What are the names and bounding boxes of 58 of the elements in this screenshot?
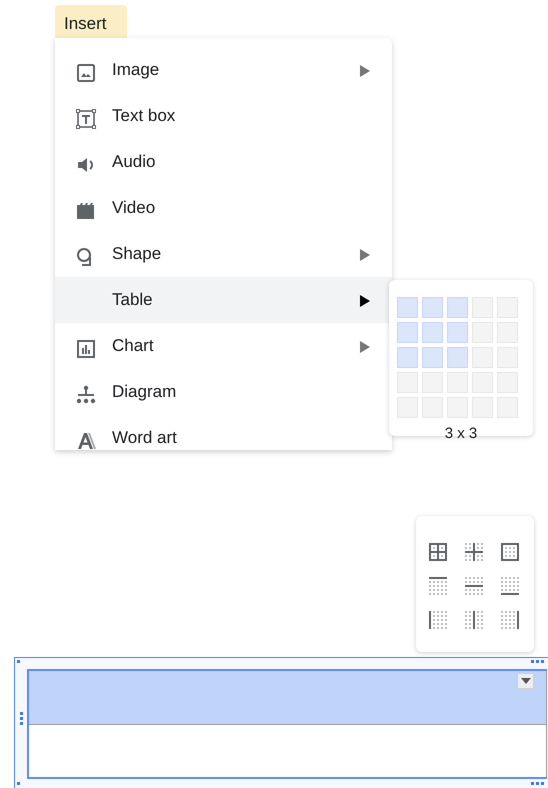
grid-cell[interactable] (397, 347, 418, 368)
menu-item[interactable]: Audio (55, 139, 392, 185)
text-box-icon (75, 108, 97, 130)
image-icon (75, 62, 97, 84)
submenu-arrow-icon (360, 340, 370, 353)
menu-item[interactable]: Table (55, 277, 392, 323)
bottom-border-icon[interactable] (500, 576, 520, 596)
grid-cell[interactable] (497, 397, 518, 418)
resize-handle[interactable] (17, 782, 20, 785)
all-borders-icon[interactable] (428, 542, 448, 562)
grid-cell[interactable] (472, 372, 493, 393)
menu-item[interactable]: Chart (55, 323, 392, 369)
table-size-label: 3 x 3 (444, 424, 478, 444)
grid-cell[interactable] (472, 297, 493, 318)
submenu-arrow-icon (360, 64, 370, 77)
grid-cell[interactable] (422, 372, 443, 393)
resize-handle[interactable] (17, 660, 20, 663)
grid-cell[interactable] (497, 347, 518, 368)
dropdown-button[interactable] (517, 673, 534, 689)
caret-icon (520, 678, 530, 684)
grid-cell[interactable] (447, 347, 468, 368)
grid-cell[interactable] (422, 322, 443, 343)
inner-horizontal-border-icon[interactable] (464, 576, 484, 596)
grid-cell[interactable] (397, 397, 418, 418)
bar-chart-icon (75, 338, 97, 360)
grid-cell[interactable] (422, 397, 443, 418)
grid-cell[interactable] (472, 397, 493, 418)
grid-cell[interactable] (497, 322, 518, 343)
menu-item[interactable]: Word art (55, 415, 392, 450)
grid-cell[interactable] (447, 397, 468, 418)
right-border-icon[interactable] (500, 610, 520, 630)
grid-cell[interactable] (397, 372, 418, 393)
menu-item[interactable]: Video (55, 185, 392, 231)
outer-borders-icon[interactable] (500, 542, 520, 562)
menu-item[interactable]: Shape (55, 231, 392, 277)
inner-vertical-border-icon[interactable] (464, 610, 484, 630)
grid-cell[interactable] (472, 322, 493, 343)
grid-cell[interactable] (397, 297, 418, 318)
left-border-icon[interactable] (428, 610, 448, 630)
submenu-arrow-icon (360, 294, 370, 307)
grid-cell[interactable] (422, 347, 443, 368)
grid-cell[interactable] (447, 322, 468, 343)
insert-menu-tab[interactable]: Insert (55, 5, 127, 39)
grid-cell[interactable] (497, 372, 518, 393)
menu-item[interactable]: Image (55, 47, 392, 93)
submenu-arrow-icon (360, 248, 370, 261)
grid-cell[interactable] (497, 297, 518, 318)
table-row[interactable] (29, 724, 547, 777)
grid-cell[interactable] (447, 297, 468, 318)
grid-cell[interactable] (472, 347, 493, 368)
hierarchy-icon (75, 384, 97, 406)
grid-cell[interactable] (397, 322, 418, 343)
inner-borders-icon[interactable] (464, 542, 484, 562)
grid-cell[interactable] (447, 372, 468, 393)
menu-item[interactable]: Text box (55, 93, 392, 139)
menu-item[interactable]: Diagram (55, 369, 392, 415)
grid-cell[interactable] (422, 297, 443, 318)
top-border-icon[interactable] (428, 576, 448, 596)
